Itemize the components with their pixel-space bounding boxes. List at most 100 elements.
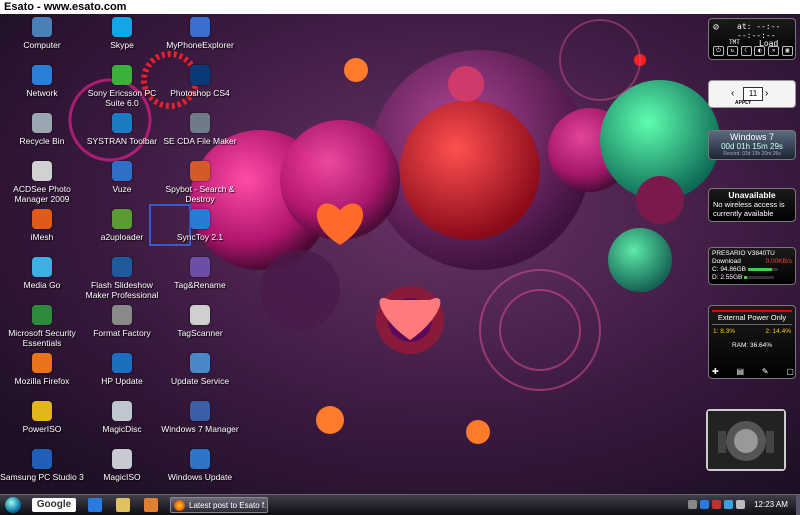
calendar-gadget[interactable]: ‹ 11 › APPLY: [708, 80, 796, 108]
desktop-icon[interactable]: MyPhoneExplorer: [158, 17, 242, 50]
restart-icon[interactable]: ↻: [726, 46, 738, 56]
desktop-icon[interactable]: Windows 7 Manager: [158, 401, 242, 434]
taskbar-clock[interactable]: 12:23 AM: [748, 495, 794, 515]
desktop-icon-label: Recycle Bin: [19, 136, 65, 146]
meter-icon[interactable]: ▤: [737, 368, 745, 376]
desktop-icon[interactable]: Sony Ericsson PC Suite 6.0: [80, 65, 164, 108]
desktop-icon-label: MagicISO: [103, 472, 141, 482]
calendar-day: 11: [743, 87, 763, 101]
gadget-close-icon[interactable]: ⊘: [713, 22, 719, 33]
desktop-icon[interactable]: MagicDisc: [80, 401, 164, 434]
show-desktop-button[interactable]: [796, 495, 800, 515]
desktop-icon[interactable]: ACDSee Photo Manager 2009: [0, 161, 84, 204]
task-label: Latest post to Esato f...: [189, 501, 268, 510]
desktop-icon[interactable]: Spybot - Search & Destroy: [158, 161, 242, 204]
desktop-icon[interactable]: Windows Update: [158, 449, 242, 482]
lock-icon[interactable]: ▢: [786, 368, 794, 376]
power-icon[interactable]: ⏻: [713, 46, 724, 56]
drive-c-bar: [747, 267, 778, 271]
drive-d-label: D:: [712, 274, 719, 281]
desktop-icon[interactable]: HP Update: [80, 353, 164, 386]
desktop-icon[interactable]: iMesh: [0, 209, 84, 242]
logoff-icon[interactable]: ✕: [768, 46, 780, 56]
explorer-icon[interactable]: [116, 498, 130, 512]
magnifier-icon: [190, 305, 210, 325]
desktop-icon-label: SYSTRAN Toolbar: [86, 136, 158, 146]
desktop-icon[interactable]: a2uploader: [80, 209, 164, 242]
desktop-icon-label: Computer: [23, 40, 61, 50]
desktop-icon-label: Microsoft Security Essentials: [8, 328, 76, 348]
desktop-icon[interactable]: Tag&Rename: [158, 257, 242, 290]
apply-button[interactable]: APPLY: [735, 100, 751, 106]
desktop-icon[interactable]: Computer: [0, 17, 84, 50]
desktop-icon[interactable]: TagScanner: [158, 305, 242, 338]
desktop-icon[interactable]: Recycle Bin: [0, 113, 84, 146]
desktop-icon[interactable]: SyncToy 2.1: [158, 209, 242, 242]
desktop-icon[interactable]: SE CDA File Maker: [158, 113, 242, 146]
lock-icon[interactable]: ▣: [781, 46, 793, 56]
next-arrow-icon[interactable]: ›: [765, 88, 768, 99]
desktop-icon[interactable]: MagicISO: [80, 449, 164, 482]
hp-update-icon: [112, 353, 132, 373]
tray-network-icon[interactable]: [700, 500, 709, 509]
desktop-icon-label: MyPhoneExplorer: [166, 40, 234, 50]
desktop-icon-label: Media Go: [23, 280, 61, 290]
drive-c-value: 94.86GB: [720, 266, 746, 273]
disk-model: PRESARIO V3840TU: [712, 250, 775, 257]
a2uploader-icon: [112, 209, 132, 229]
security-essentials-icon: [32, 305, 52, 325]
uptime-os: Windows 7: [729, 132, 774, 142]
desktop-icon[interactable]: Microsoft Security Essentials: [0, 305, 84, 348]
desktop-icon-label: Format Factory: [93, 328, 151, 338]
imesh-icon: [32, 209, 52, 229]
sleep-icon[interactable]: ☾: [740, 46, 752, 56]
desktop-icon-label: Sony Ericsson PC Suite 6.0: [87, 88, 157, 108]
tray-security-icon[interactable]: [712, 500, 721, 509]
google-search-toolbar[interactable]: Google: [32, 498, 76, 512]
ram-value: RAM: 36.64%: [731, 342, 773, 349]
firefox-task-button[interactable]: Latest post to Esato f...: [170, 497, 268, 513]
tray-skype-icon[interactable]: [724, 500, 733, 509]
tools-icon[interactable]: ✎: [762, 368, 769, 376]
tray-volume-icon[interactable]: [736, 500, 745, 509]
cda-file-icon: [190, 113, 210, 133]
webcam-gadget[interactable]: [706, 409, 786, 471]
clock-at: at: --:--: [737, 22, 781, 31]
poweriso-icon: [32, 401, 52, 421]
prev-arrow-icon[interactable]: ‹: [731, 88, 734, 99]
tray-arrow-icon[interactable]: [688, 500, 697, 509]
uptime-value: 00d 01h 15m 29s: [721, 142, 783, 151]
desktop-icon[interactable]: Media Go: [0, 257, 84, 290]
desktop-icon[interactable]: Network: [0, 65, 84, 98]
desktop-icon[interactable]: Vuze: [80, 161, 164, 194]
download-label: Download: [712, 258, 741, 265]
desktop-icon[interactable]: Update Service: [158, 353, 242, 386]
wireless-gadget: Unavailable No wireless access is curren…: [708, 188, 796, 222]
esato-watermark: Esato - www.esato.com: [0, 0, 800, 14]
clock-gadget[interactable]: ⊘ at: --:-- --:--:-- TMT Load ⏻ ↻ ☾ ◐ ✕ …: [708, 18, 796, 60]
start-button[interactable]: [0, 495, 26, 515]
desktop-icon[interactable]: Skype: [80, 17, 164, 50]
media-go-icon: [32, 257, 52, 277]
computer-icon: [32, 17, 52, 37]
hibernate-icon[interactable]: ◐: [754, 46, 766, 56]
desktop-icon[interactable]: PowerISO: [0, 401, 84, 434]
drive-d-value: 2.55GB: [720, 274, 743, 281]
desktop-icon[interactable]: Flash Slideshow Maker Professional: [80, 257, 164, 300]
desktop-icon[interactable]: SYSTRAN Toolbar: [80, 113, 164, 146]
desktop-icon-label: Photoshop CS4: [170, 88, 230, 98]
desktop-icon-label: Tag&Rename: [174, 280, 226, 290]
ie-icon[interactable]: [88, 498, 102, 512]
desktop-icon[interactable]: Photoshop CS4: [158, 65, 242, 98]
desktop-icon[interactable]: Format Factory: [80, 305, 164, 338]
webcam-preview: [708, 411, 784, 469]
desktop-icon-label: SE CDA File Maker: [163, 136, 237, 146]
desktop-icon-label: a2uploader: [100, 232, 144, 242]
plus-icon[interactable]: ✚: [712, 368, 719, 376]
media-player-icon[interactable]: [144, 498, 158, 512]
uptime-gadget: Windows 7 00d 01h 15m 29s Record: 02d 13…: [708, 130, 796, 160]
desktop-icon[interactable]: Mozilla Firefox: [0, 353, 84, 386]
desktop-icon[interactable]: Samsung PC Studio 3: [0, 449, 84, 482]
desktop-icon-label: iMesh: [30, 232, 54, 242]
desktop-icon-label: Samsung PC Studio 3: [0, 472, 84, 482]
